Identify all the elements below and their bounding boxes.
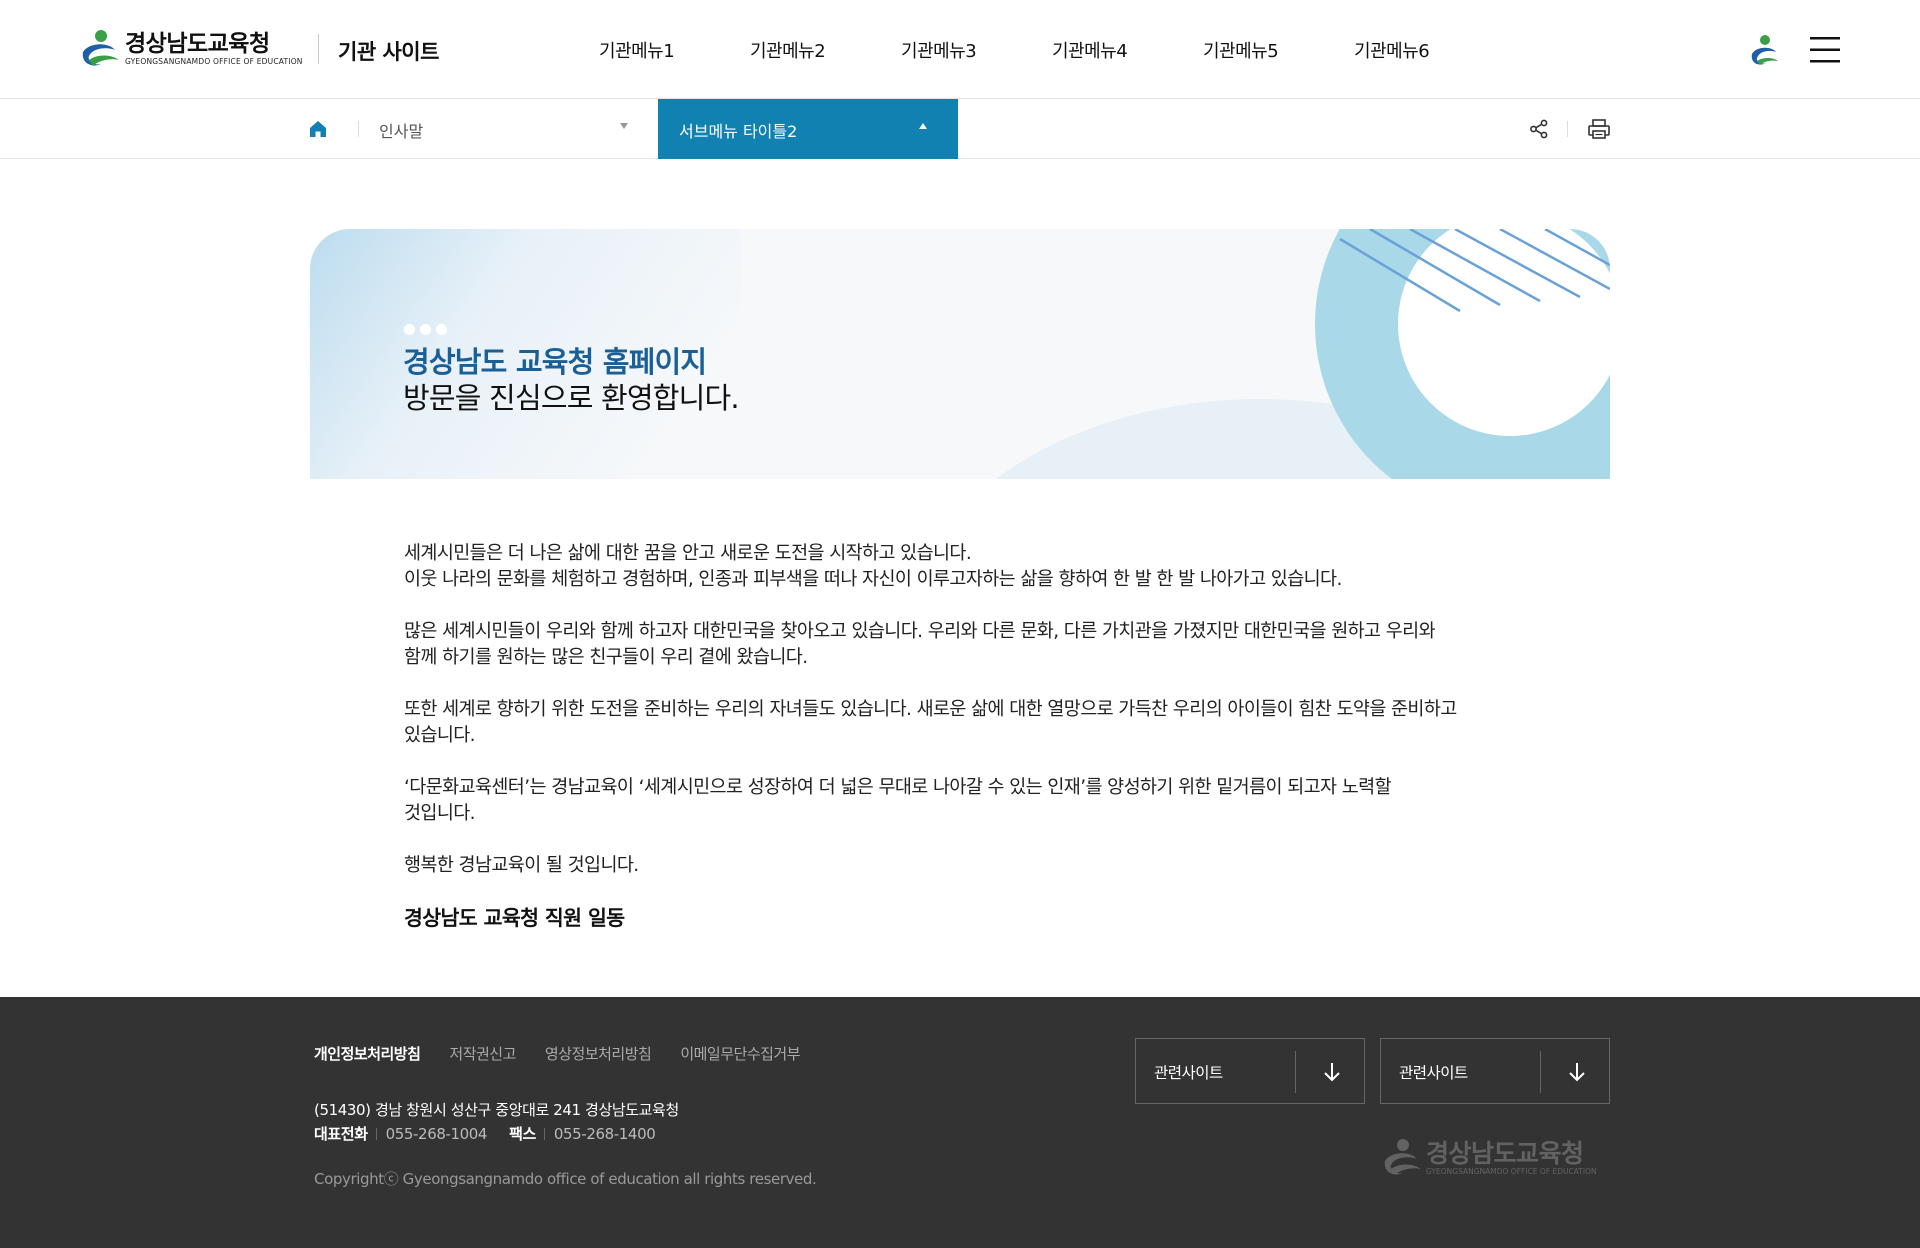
greeting-paragraph: 또한 세계로 향하기 위한 도전을 준비하는 우리의 자녀들도 있습니다. 새로…	[404, 697, 1524, 749]
arrow-down-icon	[1569, 1063, 1585, 1082]
footer-link-cctv[interactable]: 영상정보처리방침	[545, 1043, 652, 1064]
footer-links: 개인정보처리방침 저작권신고 영상정보처리방침 이메일무단수집거부	[314, 1043, 829, 1064]
footer-logo-ko: 경상남도교육청	[1426, 1139, 1584, 1168]
site-header: 경상남도교육청 GYEONGSANGNAMDO OFFICE OF EDUCAT…	[0, 0, 1920, 99]
fax-number: 055-268-1400	[553, 1124, 656, 1143]
logo-divider	[318, 34, 319, 64]
depth2-label: 서브메뉴 타이틀2	[679, 122, 798, 141]
footer-address: (51430) 경남 창원시 성산구 중앙대로 241 경상남도교육청	[314, 1101, 679, 1119]
hamburger-menu-icon[interactable]	[1806, 30, 1846, 70]
depth2-select[interactable]: 서브메뉴 타이틀2	[658, 99, 958, 159]
site-logo[interactable]: 경상남도교육청 GYEONGSANGNAMDO OFFICE OF EDUCAT…	[79, 28, 303, 70]
phone-number: 055-268-1004	[385, 1124, 488, 1143]
gnb-item-2[interactable]: 기관메뉴2	[750, 37, 830, 63]
logo-text-ko: 경상남도교육청	[125, 31, 270, 57]
related-site-label: 관련사이트	[1399, 1064, 1468, 1082]
greeting-line: 행복한 경남교육이 될 것입니다.	[404, 855, 639, 876]
footer-link-email[interactable]: 이메일무단수집거부	[680, 1043, 800, 1064]
gnb-item-4[interactable]: 기관메뉴4	[1052, 37, 1132, 63]
print-icon[interactable]	[1587, 118, 1611, 140]
utility-divider	[1567, 121, 1568, 137]
greeting-line: 것입니다.	[404, 803, 476, 824]
logo-mark-icon	[82, 30, 119, 66]
home-icon[interactable]	[306, 117, 330, 141]
footer-logo: 경상남도교육청 GYEONGSANGNAMDO OFFICE OF EDUCAT…	[1380, 1137, 1597, 1179]
greeting-paragraph: 행복한 경남교육이 될 것입니다.	[404, 853, 1524, 879]
site-name[interactable]: 기관 사이트	[338, 36, 439, 66]
depth1-label: 인사말	[379, 122, 424, 141]
gnb-item-3[interactable]: 기관메뉴3	[901, 37, 981, 63]
person-logo-icon[interactable]	[1744, 30, 1784, 70]
gnb-item-1[interactable]: 기관메뉴1	[599, 37, 679, 63]
greeting-paragraph: ‘다문화교육센터’는 경남교육이 ‘세계시민으로 성장하여 더 넓은 무대로 나…	[404, 775, 1524, 827]
main-navigation: 기관메뉴1 기관메뉴2 기관메뉴3 기관메뉴4 기관메뉴5 기관메뉴6	[599, 37, 1505, 63]
related-site-select-2[interactable]: 관련사이트	[1380, 1038, 1610, 1104]
site-footer: 개인정보처리방침 저작권신고 영상정보처리방침 이메일무단수집거부 (51430…	[0, 997, 1920, 1248]
banner-title: 방문을 진심으로 환영합니다.	[403, 381, 740, 415]
greeting-line: ‘다문화교육센터’는 경남교육이 ‘세계시민으로 성장하여 더 넓은 무대로 나…	[404, 777, 1392, 798]
footer-link-copyright[interactable]: 저작권신고	[449, 1043, 516, 1064]
greeting-line: 많은 세계시민들이 우리와 함께 하고자 대한민국을 찾아오고 있습니다. 우리…	[404, 621, 1436, 642]
logo-text-en: GYEONGSANGNAMDO OFFICE OF EDUCATION	[125, 57, 303, 66]
arrow-down-icon	[1324, 1063, 1340, 1082]
location-divider	[358, 121, 359, 137]
greeting-signature: 경상남도 교육청 직원 일동	[404, 906, 625, 930]
greeting-line: 있습니다.	[404, 725, 476, 746]
welcome-banner: 경상남도 교육청 홈페이지 방문을 진심으로 환영합니다.	[310, 229, 1610, 479]
banner-dots	[404, 324, 447, 335]
greeting-line: 세계시민들은 더 나은 삶에 대한 꿈을 안고 새로운 도전을 시작하고 있습니…	[404, 543, 972, 564]
depth1-select[interactable]: 인사말	[360, 99, 658, 159]
greeting-paragraph: 많은 세계시민들이 우리와 함께 하고자 대한민국을 찾아오고 있습니다. 우리…	[404, 619, 1524, 671]
footer-copyright: Copyrightⓒ Gyeongsangnamdo office of edu…	[314, 1170, 817, 1188]
caret-down-icon	[620, 123, 628, 129]
share-icon[interactable]	[1528, 118, 1550, 140]
footer-contact: 대표전화 055-268-1004 팩스 055-268-1400	[314, 1123, 677, 1144]
footer-link-privacy[interactable]: 개인정보처리방침	[314, 1043, 421, 1064]
greeting-paragraph: 세계시민들은 더 나은 삶에 대한 꿈을 안고 새로운 도전을 시작하고 있습니…	[404, 541, 1524, 593]
footer-logo-mark-icon	[1384, 1139, 1421, 1175]
caret-up-icon	[919, 123, 927, 129]
footer-logo-en: GYEONGSANGNAMDO OFFICE OF EDUCATION	[1426, 1167, 1597, 1176]
location-bar: 인사말 서브메뉴 타이틀2	[0, 99, 1920, 159]
greeting-line: 이웃 나라의 문화를 체험하고 경험하며, 인종과 피부색을 떠나 자신이 이루…	[404, 569, 1342, 590]
related-site-label: 관련사이트	[1154, 1064, 1223, 1082]
gnb-item-5[interactable]: 기관메뉴5	[1203, 37, 1283, 63]
related-site-select-1[interactable]: 관련사이트	[1135, 1038, 1365, 1104]
greeting-line: 함께 하기를 원하는 많은 친구들이 우리 곁에 왔습니다.	[404, 647, 808, 668]
gnb-item-6[interactable]: 기관메뉴6	[1354, 37, 1434, 63]
greeting-content: 세계시민들은 더 나은 삶에 대한 꿈을 안고 새로운 도전을 시작하고 있습니…	[404, 541, 1524, 931]
fax-label: 팩스	[509, 1125, 536, 1143]
phone-label: 대표전화	[314, 1125, 368, 1143]
greeting-line: 또한 세계로 향하기 위한 도전을 준비하는 우리의 자녀들도 있습니다. 새로…	[404, 699, 1457, 720]
